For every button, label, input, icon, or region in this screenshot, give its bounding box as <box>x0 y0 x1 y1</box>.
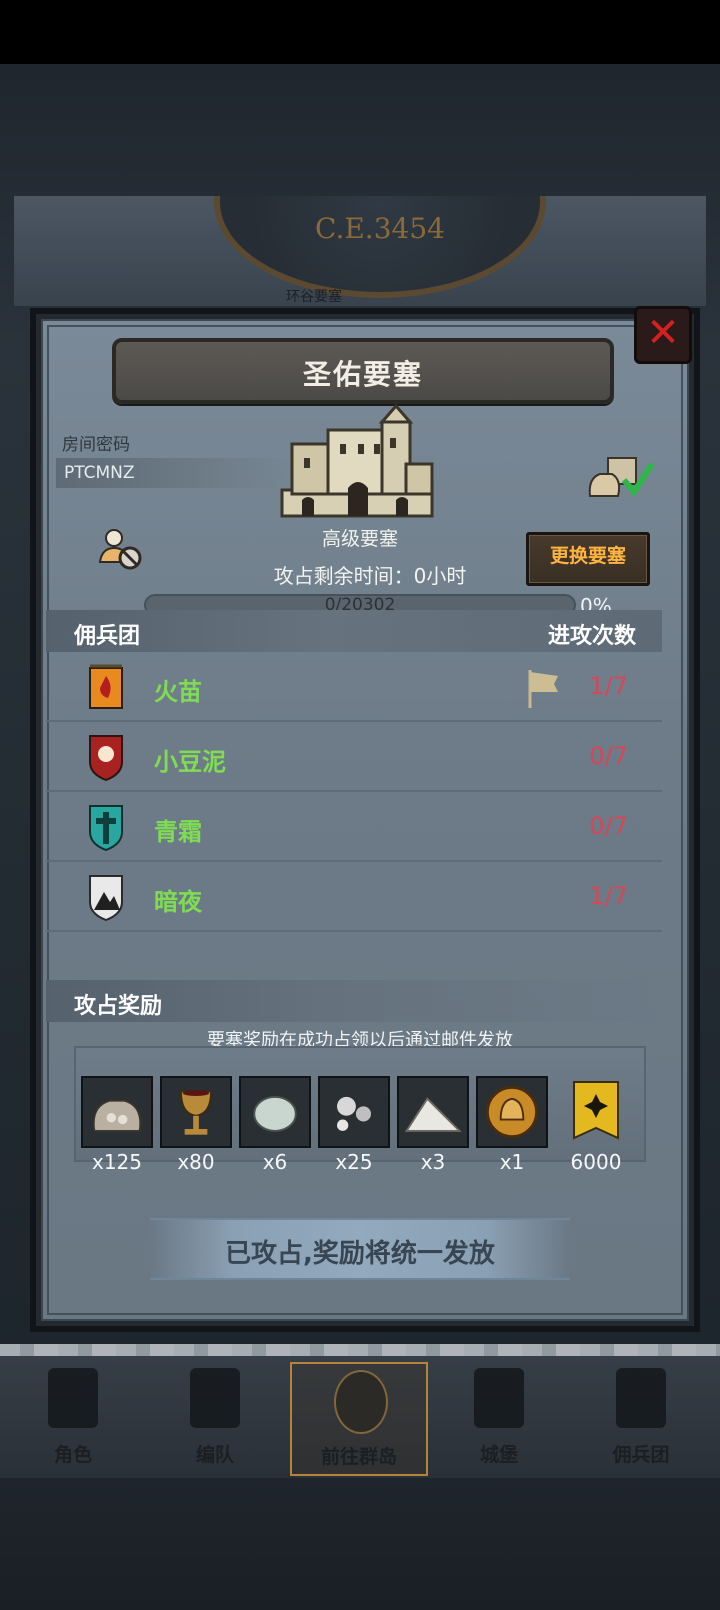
reward-qty: x125 <box>91 1150 142 1174</box>
guild-banner-icon <box>573 1081 619 1140</box>
bottom-background <box>0 1478 720 1610</box>
attack-count: 0/7 <box>589 742 628 770</box>
mercenary-name: 青霜 <box>154 818 202 846</box>
change-fortress-label: 更换要塞 <box>549 545 626 567</box>
reward-qty: x1 <box>499 1150 525 1174</box>
reward-item[interactable] <box>81 1076 153 1148</box>
white-mountain-shield-icon <box>89 875 123 922</box>
era-text: C.E.3454 <box>315 212 445 245</box>
close-button[interactable]: ✕ <box>634 306 692 364</box>
era-dial: C.E.3454 <box>214 196 546 298</box>
islands-icon <box>334 1370 388 1434</box>
reward-item[interactable] <box>397 1076 469 1148</box>
mercenary-section-header: 佣兵团 进攻次数 <box>46 610 662 652</box>
room-password-label: 房间密码 <box>62 435 130 455</box>
orange-fire-banner-icon <box>89 664 123 709</box>
moonstone-icon <box>253 1095 297 1132</box>
world-map-strip: C.E.3454 环谷要塞 <box>14 196 706 306</box>
reward-qty: x80 <box>177 1150 215 1174</box>
capture-time-line: 攻占剩余时间：0小时 <box>220 560 520 589</box>
top-black-bar <box>0 0 720 64</box>
capture-time-value: 0小时 <box>413 564 467 588</box>
status-bar: 已攻占,奖励将统一发放 <box>150 1218 570 1280</box>
nav-item-islands[interactable]: 前往群岛 <box>290 1362 428 1476</box>
reward-item[interactable] <box>239 1076 311 1148</box>
flag-icon <box>528 670 558 708</box>
status-text: 已攻占,奖励将统一发放 <box>225 1239 495 1269</box>
attack-count: 0/7 <box>589 812 628 840</box>
mercenary-name: 火苗 <box>154 678 202 706</box>
reward-qty: 6000 <box>570 1150 622 1174</box>
close-icon: ✕ <box>646 310 680 356</box>
nav-label: 前往群岛 <box>320 1446 397 1468</box>
reward-item[interactable] <box>476 1076 548 1148</box>
supply-bag-check-icon[interactable] <box>586 450 656 500</box>
reward-qty: x25 <box>335 1150 373 1174</box>
change-fortress-button[interactable]: 更换要塞 <box>526 532 650 586</box>
golden-helmet-coin-icon <box>486 1086 538 1138</box>
bottom-nav: 角色 编队 前往群岛 城堡 佣兵团 <box>0 1344 720 1478</box>
person-blocked-icon[interactable] <box>98 526 142 570</box>
mercenary-name: 小豆泥 <box>154 748 226 776</box>
character-icon <box>48 1368 98 1428</box>
red-sun-shield-icon <box>89 735 123 782</box>
nav-item-character[interactable]: 角色 <box>6 1362 140 1472</box>
nav-item-castle[interactable]: 城堡 <box>432 1362 566 1472</box>
attacks-header-label: 进攻次数 <box>547 624 636 649</box>
silver-orbs-icon <box>337 1096 371 1131</box>
reward-qty: x3 <box>420 1150 446 1174</box>
mercenary-row[interactable]: 火苗 1/7 <box>46 652 662 722</box>
capture-time-label: 攻占剩余时间： <box>273 564 414 588</box>
mercenary-header-label: 佣兵团 <box>74 624 141 649</box>
mercenary-row[interactable]: 小豆泥 0/7 <box>46 722 662 792</box>
room-password-box: PTCMNZ <box>56 458 286 488</box>
mercenary-icon <box>616 1368 666 1428</box>
title-bar: 圣佑要塞 <box>112 338 614 404</box>
salt-pile-icon <box>404 1097 462 1132</box>
attack-count: 1/7 <box>589 672 628 700</box>
reward-qty: x6 <box>262 1150 288 1174</box>
panel-title: 圣佑要塞 <box>302 358 423 391</box>
fortress-type: 高级要塞 <box>321 528 398 550</box>
world-location-label: 环谷要塞 <box>286 289 342 305</box>
nav-label: 角色 <box>53 1444 92 1466</box>
castle-icon <box>474 1368 524 1428</box>
reward-item[interactable] <box>560 1076 632 1148</box>
nav-label: 佣兵团 <box>612 1444 670 1466</box>
teal-cross-shield-icon <box>89 805 123 852</box>
nav-item-mercenary[interactable]: 佣兵团 <box>574 1362 708 1472</box>
ore-sack-icon <box>92 1099 142 1132</box>
nav-item-formation[interactable]: 编队 <box>148 1362 282 1472</box>
mercenary-row[interactable]: 暗夜 1/7 <box>46 862 662 932</box>
reward-section-header: 攻占奖励 <box>46 980 662 1022</box>
goblet-icon <box>179 1090 213 1135</box>
fortress-castle-icon <box>280 404 434 518</box>
formation-icon <box>190 1368 240 1428</box>
nav-label: 城堡 <box>479 1444 518 1466</box>
mercenary-name: 暗夜 <box>154 888 202 916</box>
reward-item[interactable] <box>318 1076 390 1148</box>
reward-header-label: 攻占奖励 <box>74 994 163 1019</box>
mercenary-row[interactable]: 青霜 0/7 <box>46 792 662 862</box>
attack-count: 1/7 <box>589 882 628 910</box>
reward-item[interactable] <box>160 1076 232 1148</box>
room-password-value: PTCMNZ <box>64 463 135 483</box>
nav-label: 编队 <box>195 1444 234 1466</box>
